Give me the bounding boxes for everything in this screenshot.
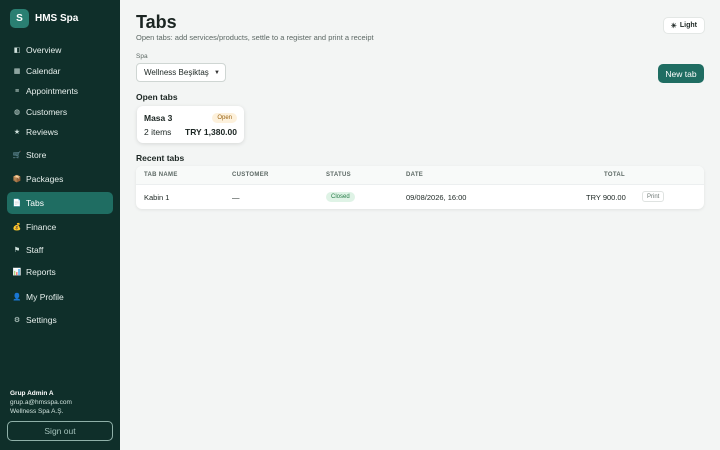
- user-name: Grup Admin A: [10, 390, 54, 397]
- column-header: TOTAL: [604, 172, 625, 178]
- brand-name: HMS Spa: [35, 13, 79, 24]
- sidebar-item-customers[interactable]: ◍ Customers: [7, 101, 113, 123]
- package-icon: 📦: [12, 176, 22, 183]
- flag-icon: ⚑: [13, 247, 21, 254]
- list-icon: ≡: [14, 87, 20, 95]
- brand[interactable]: S HMS Spa: [10, 9, 78, 28]
- calendar-icon: ▦: [13, 68, 21, 75]
- sign-out-button[interactable]: Sign out: [7, 421, 113, 441]
- user-icon: 👤: [12, 294, 22, 301]
- column-header: TAB NAME: [144, 172, 178, 178]
- sidebar-item-label: Reviews: [26, 127, 59, 137]
- column-header: DATE: [406, 172, 424, 178]
- sidebar-item-packages[interactable]: 📦 Packages: [7, 168, 113, 190]
- status-badge: Open: [212, 113, 237, 123]
- sidebar-item-label: Calendar: [26, 66, 61, 76]
- column-header: CUSTOMER: [232, 172, 269, 178]
- sidebar-item-label: Appointments: [26, 86, 78, 96]
- recent-tabs-table: TAB NAME CUSTOMER STATUS DATE TOTAL Kabi…: [136, 166, 704, 209]
- main-content: Tabs Open tabs: add services/products, s…: [120, 0, 720, 450]
- theme-label: Light: [679, 22, 697, 29]
- sidebar-item-label: Finance: [26, 222, 57, 232]
- sidebar-item-reviews[interactable]: ★ Reviews: [7, 121, 113, 143]
- sidebar-item-finance[interactable]: 💰 Finance: [7, 216, 113, 238]
- brand-logo: S: [10, 9, 29, 28]
- recent-tabs-title: Recent tabs: [136, 153, 185, 163]
- customers-icon: ◍: [13, 109, 21, 116]
- sidebar-item-label: Customers: [26, 107, 68, 117]
- sidebar-item-label: Overview: [26, 45, 62, 55]
- sidebar-item-tabs[interactable]: 📄 Tabs: [7, 192, 113, 214]
- status-badge: Closed: [326, 192, 355, 202]
- customer-cell: —: [232, 193, 240, 202]
- sidebar-item-label: Settings: [26, 315, 57, 325]
- sidebar-item-store[interactable]: 🛒 Store: [7, 144, 113, 166]
- chart-icon: 📊: [12, 269, 22, 276]
- sidebar-item-settings[interactable]: ⚙ Settings: [7, 309, 113, 331]
- user-company: Wellness Spa A.Ş.: [10, 408, 64, 415]
- receipt-icon: 📄: [12, 200, 22, 207]
- overview-icon: ◧: [13, 47, 21, 54]
- sun-icon: ☀: [670, 22, 677, 30]
- open-tab-card[interactable]: Masa 3 Open 2 items TRY 1,380.00: [137, 106, 244, 143]
- sidebar-item-overview[interactable]: ◧ Overview: [7, 39, 113, 61]
- sidebar: S HMS Spa ◧ Overview ▦ Calendar ≡ Appoin…: [0, 0, 120, 450]
- tab-card-items: 2 items: [144, 127, 172, 137]
- star-icon: ★: [13, 129, 21, 136]
- sidebar-item-calendar[interactable]: ▦ Calendar: [7, 60, 113, 82]
- table-header: TAB NAME CUSTOMER STATUS DATE TOTAL: [136, 166, 704, 185]
- spa-select[interactable]: Wellness Beşiktaş ▼: [136, 63, 226, 82]
- open-tabs-title: Open tabs: [136, 92, 178, 102]
- tab-name-cell: Kabin 1: [144, 193, 170, 202]
- sidebar-item-label: My Profile: [26, 292, 64, 302]
- theme-toggle-button[interactable]: ☀ Light: [662, 17, 705, 34]
- money-bag-icon: 💰: [12, 224, 22, 231]
- sidebar-item-appointments[interactable]: ≡ Appointments: [7, 80, 113, 102]
- sidebar-item-my-profile[interactable]: 👤 My Profile: [7, 286, 113, 308]
- sidebar-item-label: Packages: [26, 174, 64, 184]
- gear-icon: ⚙: [13, 317, 21, 324]
- new-tab-button[interactable]: New tab: [658, 64, 704, 83]
- print-button[interactable]: Print: [642, 191, 665, 202]
- sidebar-item-reports[interactable]: 📊 Reports: [7, 261, 113, 283]
- sidebar-item-label: Tabs: [26, 198, 44, 208]
- sidebar-item-label: Reports: [26, 267, 56, 277]
- spa-label: Spa: [136, 53, 148, 60]
- chevron-down-icon: ▼: [214, 69, 220, 76]
- page-subtitle: Open tabs: add services/products, settle…: [136, 33, 374, 42]
- tab-card-total: TRY 1,380.00: [185, 127, 237, 137]
- user-email: grup.a@hmsspa.com: [10, 399, 72, 406]
- cart-icon: 🛒: [12, 152, 22, 159]
- total-cell: TRY 900.00: [586, 193, 626, 202]
- tab-card-name: Masa 3: [144, 113, 173, 123]
- column-header: STATUS: [326, 172, 351, 178]
- page-title: Tabs: [136, 12, 177, 32]
- sidebar-item-label: Store: [26, 150, 47, 160]
- spa-select-value: Wellness Beşiktaş: [144, 68, 209, 77]
- date-cell: 09/08/2026, 16:00: [406, 193, 467, 202]
- sidebar-item-label: Staff: [26, 245, 44, 255]
- sidebar-item-staff[interactable]: ⚑ Staff: [7, 239, 113, 261]
- user-info: Grup Admin A grup.a@hmsspa.com Wellness …: [10, 389, 72, 416]
